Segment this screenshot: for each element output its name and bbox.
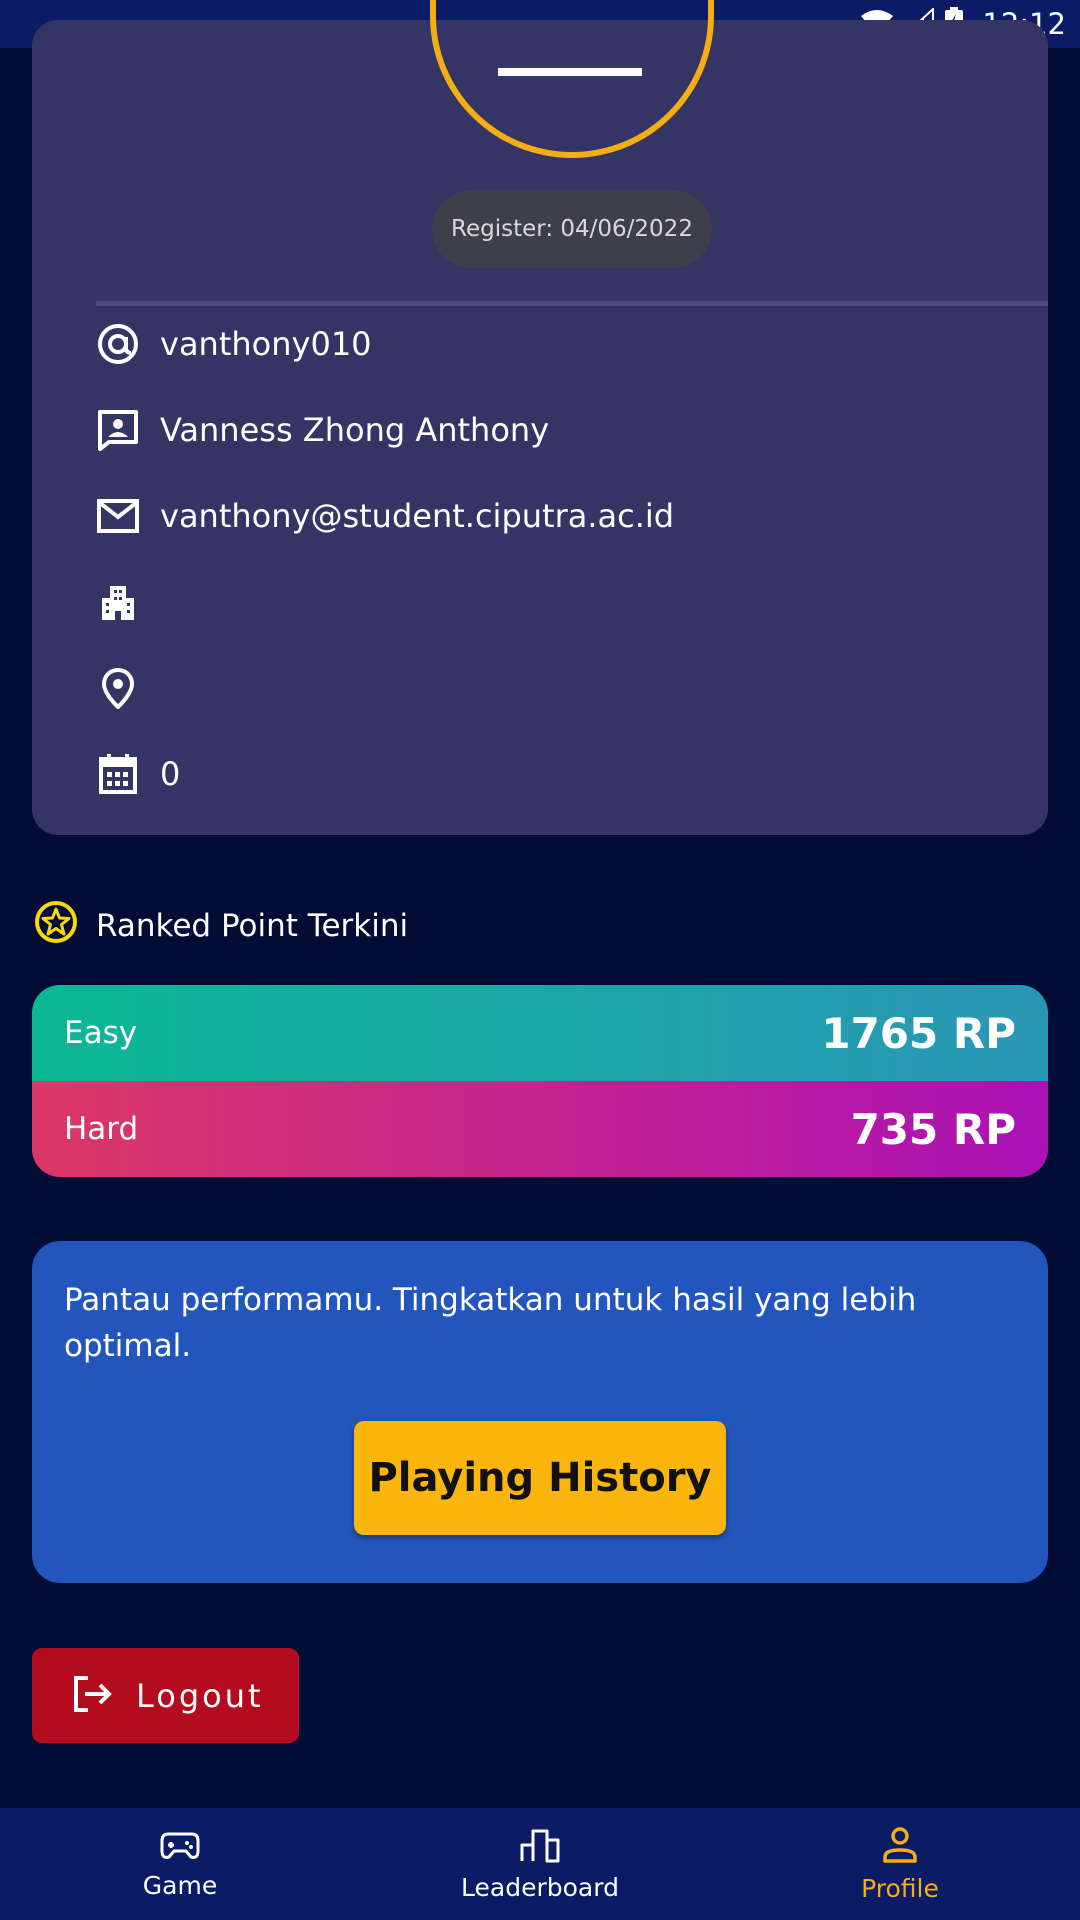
ranked-section-title: Ranked Point Terkini [34,900,408,952]
building-icon [96,580,140,624]
star-badge-icon [34,900,78,952]
email-row: vanthony@student.ciputra.ac.id [96,486,674,546]
avatar [430,0,714,158]
institution-row [96,572,160,632]
divider [96,301,1048,306]
ranked-title-text: Ranked Point Terkini [96,908,409,944]
fullname-row: Vanness Zhong Anthony [96,400,549,460]
nav-label-leaderboard: Leaderboard [461,1872,619,1902]
logout-button[interactable]: Logout [32,1648,299,1743]
rank-hard-label: Hard [64,1111,139,1147]
ranked-points-card: Easy 1765 RP Hard 735 RP [32,985,1048,1177]
bottom-nav: Game Leaderboard Profile [0,1808,1080,1920]
mail-icon [96,494,140,538]
calendar-row: 0 [96,744,180,804]
email-text: vanthony@student.ciputra.ac.id [160,497,675,535]
register-date-badge: Register: 04/06/2022 [432,190,712,268]
calendar-icon [96,752,140,796]
location-row [96,658,160,718]
location-pin-icon [96,666,140,710]
rank-easy-label: Easy [64,1015,138,1051]
rank-hard-row: Hard 735 RP [32,1081,1048,1177]
playing-history-button[interactable]: Playing History [354,1421,726,1535]
username-text: vanthony010 [160,325,372,363]
contact-card-icon [96,408,140,452]
rank-easy-value: 1765 RP [821,1008,1016,1058]
nav-item-leaderboard[interactable]: Leaderboard [360,1808,720,1920]
gamepad-icon [160,1829,200,1865]
profile-icon [882,1826,918,1868]
leaderboard-icon [519,1827,561,1867]
avatar-bar [498,68,642,76]
at-icon [96,322,140,366]
nav-label-profile: Profile [861,1873,939,1903]
fullname-text: Vanness Zhong Anthony [160,411,550,449]
logout-label: Logout [136,1676,264,1715]
calendar-text: 0 [160,755,181,793]
performance-text: Pantau performamu. Tingkatkan untuk hasi… [64,1282,917,1364]
rank-easy-row: Easy 1765 RP [32,985,1048,1081]
nav-item-game[interactable]: Game [0,1808,360,1920]
performance-card: Pantau performamu. Tingkatkan untuk hasi… [32,1241,1048,1583]
rank-hard-value: 735 RP [850,1104,1016,1154]
nav-label-game: Game [142,1870,218,1900]
username-row: vanthony010 [96,314,372,374]
profile-card: Register: 04/06/2022 vanthony010 Vanness… [32,0,1048,835]
nav-item-profile[interactable]: Profile [720,1808,1080,1920]
logout-icon [72,1674,114,1718]
